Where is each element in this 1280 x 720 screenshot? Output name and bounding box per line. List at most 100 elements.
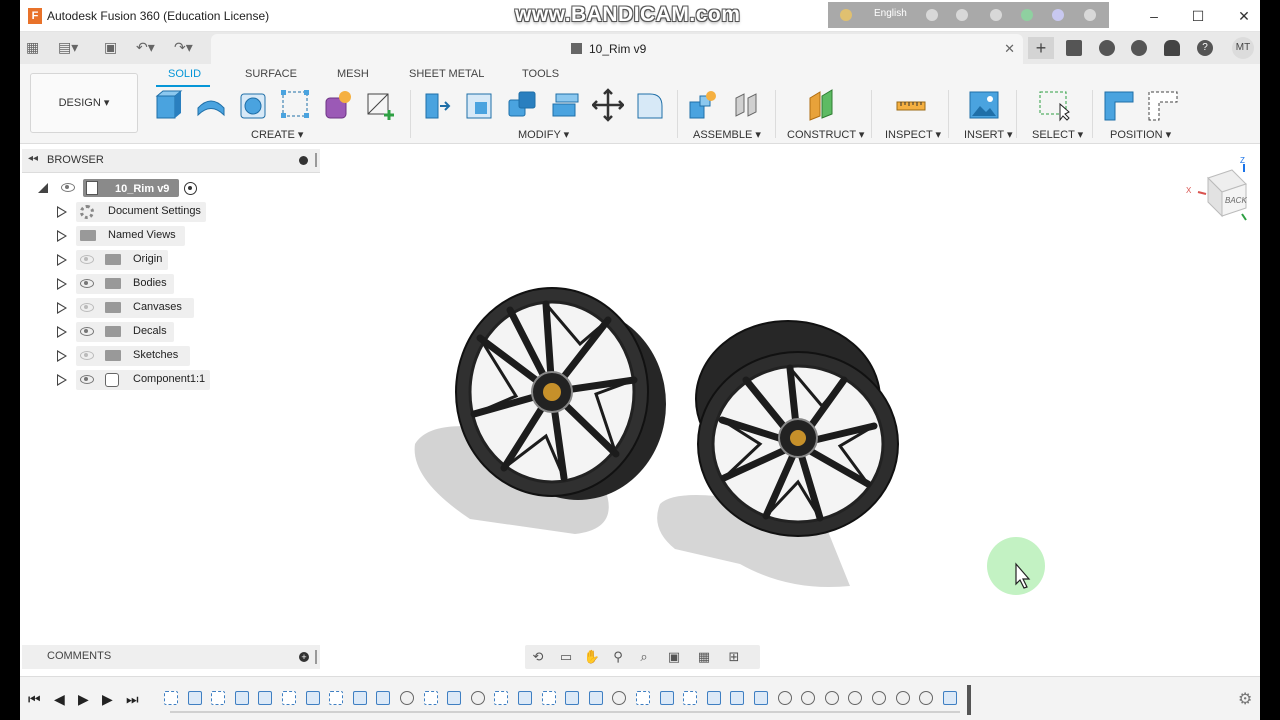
create-group-label[interactable]: CREATE ▾ [251, 128, 303, 141]
job-status-icon[interactable] [1066, 40, 1082, 56]
new-tab-button[interactable]: + [1028, 37, 1054, 59]
right-wheel-rim[interactable] [695, 320, 899, 537]
revolve-icon[interactable] [237, 88, 269, 122]
timeline-marker[interactable] [967, 685, 971, 715]
step-forward-icon[interactable]: ▶ [102, 691, 113, 708]
create-sketch-icon[interactable] [365, 88, 397, 122]
tab-solid[interactable]: SOLID [168, 68, 201, 80]
file-menu-icon[interactable]: ▤▾ [58, 39, 78, 56]
tree-root-row[interactable]: 10_Rim v9 [20, 176, 320, 200]
form-icon[interactable] [322, 88, 354, 122]
ime-dictionary-icon[interactable] [1021, 9, 1033, 21]
workspace-switcher[interactable]: DESIGN ▾ [30, 73, 138, 133]
window-select-icon[interactable] [1038, 88, 1070, 122]
timeline-joint-icon[interactable] [612, 691, 626, 705]
look-at-icon[interactable]: ▭ [557, 649, 575, 665]
go-to-start-icon[interactable]: ⏮ [28, 691, 41, 708]
go-to-end-icon[interactable]: ⏭ [126, 691, 139, 708]
browser-panel-header[interactable]: ◂◂ BROWSER [22, 149, 320, 173]
timeline-sketch-icon[interactable] [211, 691, 225, 705]
visibility-eye-icon[interactable] [80, 279, 94, 288]
tree-item-document-settings[interactable]: Document Settings [20, 200, 320, 224]
add-comment-icon[interactable]: + [299, 652, 309, 662]
tree-item-component[interactable]: Component1:1 [20, 368, 320, 392]
undo-icon[interactable]: ↶▾ [136, 39, 155, 56]
timeline-joint-icon[interactable] [848, 691, 862, 705]
expand-arrow-icon[interactable] [57, 302, 67, 314]
fit-zoom-icon[interactable]: ⌕ [635, 649, 653, 665]
close-window-button[interactable]: ✕ [1234, 6, 1254, 26]
capture-position-icon[interactable] [1103, 88, 1135, 122]
step-back-icon[interactable]: ◀ [54, 691, 65, 708]
timeline-feature-icon[interactable] [353, 691, 367, 705]
timeline-feature-icon[interactable] [589, 691, 603, 705]
timeline-sketch-icon[interactable] [494, 691, 508, 705]
user-avatar[interactable]: MT [1232, 37, 1254, 59]
model-scene[interactable] [320, 144, 1260, 674]
ime-language[interactable]: English [874, 8, 907, 19]
viewports-icon[interactable]: ⊞ [725, 649, 743, 665]
clock-icon[interactable] [1131, 40, 1147, 56]
timeline-joint-icon[interactable] [825, 691, 839, 705]
expand-arrow-icon[interactable] [57, 326, 67, 338]
tab-sheet-metal[interactable]: SHEET METAL [409, 68, 484, 80]
inspect-group-label[interactable]: INSPECT ▾ [885, 128, 941, 141]
minimize-button[interactable]: – [1144, 6, 1164, 26]
timeline-joint-icon[interactable] [471, 691, 485, 705]
timeline-sketch-icon[interactable] [542, 691, 556, 705]
select-group-label[interactable]: SELECT ▾ [1032, 128, 1083, 141]
timeline-settings-gear-icon[interactable]: ⚙ [1238, 689, 1252, 709]
timeline-sketch-icon[interactable] [683, 691, 697, 705]
insert-group-label[interactable]: INSERT ▾ [964, 128, 1013, 141]
hidden-eye-icon[interactable] [80, 303, 94, 312]
view-cube-face-label[interactable]: BACK [1225, 196, 1247, 205]
hidden-eye-icon[interactable] [80, 255, 94, 264]
fillet-icon[interactable] [634, 88, 666, 122]
expand-arrow-icon[interactable] [57, 254, 67, 266]
timeline-joint-icon[interactable] [400, 691, 414, 705]
ime-info-icon[interactable] [1084, 9, 1096, 21]
ime-settings-icon[interactable] [990, 9, 1002, 21]
timeline-feature-icon[interactable] [376, 691, 390, 705]
timeline-joint-icon[interactable] [896, 691, 910, 705]
press-pull-icon[interactable] [420, 88, 452, 122]
tab-surface[interactable]: SURFACE [245, 68, 297, 80]
joint-icon[interactable] [730, 88, 762, 122]
measure-icon[interactable] [895, 88, 927, 122]
combine-icon[interactable] [506, 88, 538, 122]
ime-bulb-icon[interactable] [840, 9, 852, 21]
offset-face-icon[interactable] [549, 88, 581, 122]
assemble-group-label[interactable]: ASSEMBLE ▾ [693, 128, 761, 141]
position-group-label[interactable]: POSITION ▾ [1110, 128, 1171, 141]
tree-item-named-views[interactable]: Named Views [20, 224, 320, 248]
hidden-eye-icon[interactable] [80, 351, 94, 360]
timeline-sketch-icon[interactable] [329, 691, 343, 705]
move-copy-icon[interactable] [592, 88, 624, 122]
left-wheel-rim[interactable] [455, 287, 666, 500]
timeline-feature-icon[interactable] [943, 691, 957, 705]
expand-triangle-icon[interactable] [38, 183, 48, 193]
grid-snaps-icon[interactable]: ▦ [695, 649, 713, 665]
tree-item-origin[interactable]: Origin [20, 248, 320, 272]
construct-group-label[interactable]: CONSTRUCT ▾ [787, 128, 864, 141]
browser-options-icon[interactable] [299, 156, 308, 165]
expand-arrow-icon[interactable] [57, 278, 67, 290]
tree-item-decals[interactable]: Decals [20, 320, 320, 344]
view-cube-icon[interactable] [1194, 162, 1254, 222]
tree-item-canvases[interactable]: Canvases [20, 296, 320, 320]
timeline-sketch-icon[interactable] [424, 691, 438, 705]
ime-keyboard-icon[interactable] [926, 9, 938, 21]
close-tab-icon[interactable]: ✕ [1004, 41, 1015, 57]
ime-pen-icon[interactable] [956, 9, 968, 21]
view-cube[interactable]: BACK X Z [1186, 156, 1254, 222]
comments-resize-handle[interactable] [315, 650, 317, 664]
notifications-bell-icon[interactable] [1164, 40, 1180, 56]
timeline-feature-icon[interactable] [235, 691, 249, 705]
help-icon[interactable]: ? [1197, 40, 1213, 56]
modify-group-label[interactable]: MODIFY ▾ [518, 128, 569, 141]
timeline-sketch-icon[interactable] [282, 691, 296, 705]
canvas-viewport[interactable]: BACK X Z [320, 144, 1260, 674]
document-tab[interactable]: 10_Rim v9 ✕ [211, 34, 1023, 64]
pan-hand-icon[interactable]: ✋ [583, 649, 601, 665]
timeline-feature-icon[interactable] [707, 691, 721, 705]
